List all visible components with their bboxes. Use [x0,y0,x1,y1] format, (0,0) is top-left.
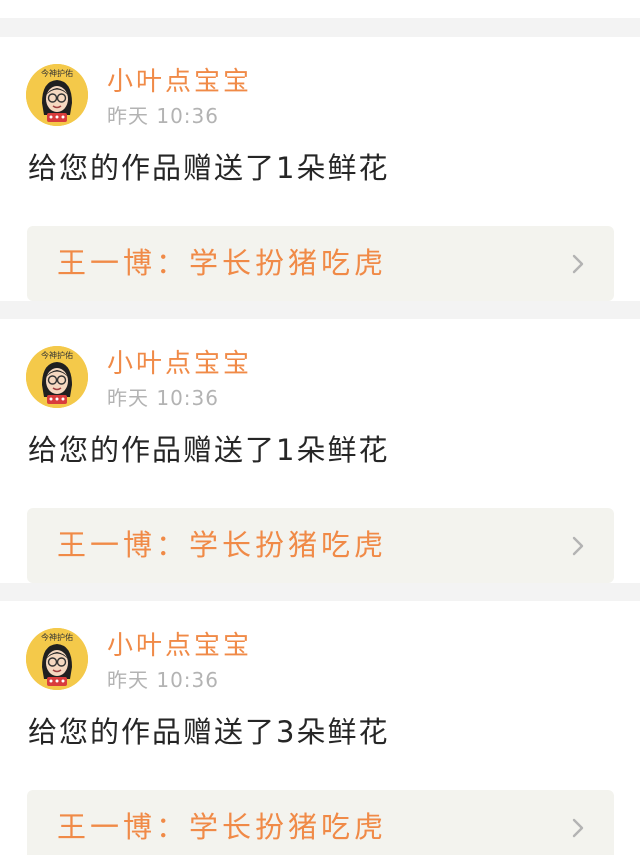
cartoon-avatar-icon: 今神护佑 [26,628,88,690]
chevron-right-icon [572,818,584,838]
cartoon-avatar-icon: 今神护佑 [26,346,88,408]
gift-message: 给您的作品赠送了1朵鲜花 [28,433,390,467]
notification-card: 今神护佑 小叶点宝宝 昨天 10:36 给您的作品赠送了3朵鲜花 王一博：学长扮… [0,601,640,855]
notification-feed: 今神护佑 小叶点宝宝 昨天 10:36 给您的作品赠送了1朵鲜花 王一博：学长扮… [0,0,640,855]
notification-card: 今神护佑 小叶点宝宝 昨天 10:36 给您的作品赠送了1朵鲜花 王一博：学长扮… [0,37,640,301]
work-title: 王一博：学长扮猪吃虎 [57,810,388,844]
work-title: 王一博：学长扮猪吃虎 [57,246,388,280]
username[interactable]: 小叶点宝宝 [107,631,252,661]
work-link-card[interactable]: 王一博：学长扮猪吃虎 [27,226,614,301]
previous-notification-card [0,0,640,18]
work-title: 王一博：学长扮猪吃虎 [57,528,388,562]
work-link-card[interactable]: 王一博：学长扮猪吃虎 [27,790,614,855]
gift-message: 给您的作品赠送了3朵鲜花 [28,715,390,749]
timestamp: 昨天 10:36 [107,668,219,692]
avatar-caption: 今神护佑 [41,632,73,642]
work-link-card[interactable]: 王一博：学长扮猪吃虎 [27,508,614,583]
timestamp: 昨天 10:36 [107,386,219,410]
avatar[interactable]: 今神护佑 [26,64,88,126]
avatar-caption: 今神护佑 [41,68,73,78]
chevron-right-icon [572,536,584,556]
username[interactable]: 小叶点宝宝 [107,67,252,97]
avatar[interactable]: 今神护佑 [26,628,88,690]
cartoon-avatar-icon: 今神护佑 [26,64,88,126]
avatar-caption: 今神护佑 [41,350,73,360]
gift-message: 给您的作品赠送了1朵鲜花 [28,151,390,185]
chevron-right-icon [572,254,584,274]
avatar[interactable]: 今神护佑 [26,346,88,408]
timestamp: 昨天 10:36 [107,104,219,128]
notification-card: 今神护佑 小叶点宝宝 昨天 10:36 给您的作品赠送了1朵鲜花 王一博：学长扮… [0,319,640,583]
username[interactable]: 小叶点宝宝 [107,349,252,379]
